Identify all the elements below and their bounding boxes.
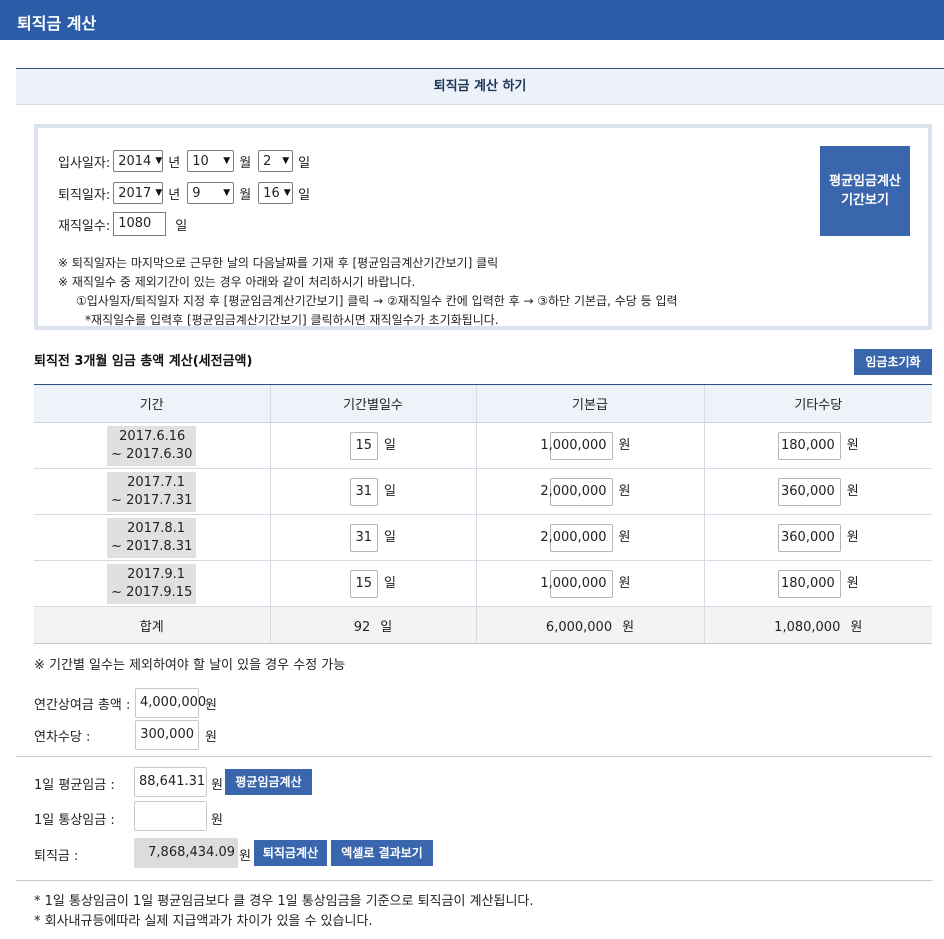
chevron-down-icon: ▼	[155, 156, 163, 166]
days-input[interactable]: 15	[350, 569, 379, 598]
period-cell: 2017.9.1 ~ 2017.9.15	[107, 563, 197, 604]
total-days: 92	[353, 619, 371, 635]
table-header-row: 기간 기간별일수 기본급 기타수당	[34, 384, 932, 423]
table-row: 2017.8.1 ~ 2017.8.31 31 일 2,000,000 원 360,0…	[34, 514, 932, 561]
allowance-input[interactable]: 180,000	[777, 431, 841, 460]
table-row: 2017.9.1 ~ 2017.9.15 15 일 1,000,000 원 180,0…	[34, 560, 932, 607]
footer-notes: * 1일 통상임금이 1일 평균임금보다 클 경우 1일 통상임금을 기준으로 …	[34, 894, 534, 929]
service-days-row: 재직일수: 1080 일	[58, 212, 191, 236]
service-days-label: 재직일수:	[58, 218, 111, 234]
period-cell: 2017.8.1 ~ 2017.8.31	[107, 517, 197, 558]
annual-bonus-input[interactable]: 4,000,000	[135, 688, 206, 718]
days-input[interactable]: 31	[350, 523, 379, 552]
average-wage-period-button[interactable]: 평균임금계산 기간보기	[820, 146, 910, 236]
leave-day-select[interactable]: 16 ▼	[258, 182, 294, 204]
leave-year-select[interactable]: 2017 ▼	[113, 182, 164, 204]
hire-day-select[interactable]: 2 ▼	[258, 150, 294, 172]
total-label: 합계	[34, 606, 270, 644]
total-allowance: 1,080,000	[774, 619, 841, 635]
avg-wage-label: 1일 평균임금 :	[34, 778, 115, 793]
wage-section-title: 퇴직전 3개월 임금 총액 계산(세전금액)	[34, 354, 253, 369]
avg-wage-calc-button[interactable]: 평균임금계산	[225, 769, 312, 795]
excel-export-button[interactable]: 엑셀로 결과보기	[331, 840, 433, 866]
column-header: 기간	[34, 384, 270, 423]
service-days-input[interactable]: 1080	[113, 212, 167, 236]
chevron-down-icon: ▼	[283, 188, 291, 198]
hire-date-row: 입사일자: 2014 ▼ 년 10 ▼ 월 2 ▼ 일	[58, 149, 314, 173]
period-cell: 2017.7.1 ~ 2017.7.31	[107, 471, 197, 512]
avg-wage-input[interactable]: 88,641.31	[134, 767, 207, 797]
leave-allowance-label: 연차수당 :	[34, 730, 91, 745]
chevron-down-icon: ▼	[282, 156, 290, 166]
divider	[16, 880, 932, 881]
allowance-input[interactable]: 360,000	[777, 477, 841, 506]
date-form: 입사일자: 2014 ▼ 년 10 ▼ 월 2 ▼ 일 퇴직일자: 2017 ▼ 년 9…	[34, 124, 932, 330]
base-pay-input[interactable]: 1,000,000	[540, 431, 613, 460]
severance-label: 퇴직금 :	[34, 849, 79, 864]
days-input[interactable]: 31	[350, 477, 379, 506]
base-pay-input[interactable]: 1,000,000	[540, 569, 613, 598]
allowance-input[interactable]: 360,000	[777, 523, 841, 552]
ordinary-wage-input[interactable]	[134, 801, 207, 831]
base-pay-input[interactable]: 2,000,000	[540, 477, 613, 506]
divider	[16, 756, 932, 757]
table-row: 2017.7.1 ~ 2017.7.31 31 일 2,000,000 원 360,0…	[34, 468, 932, 515]
chevron-down-icon: ▼	[223, 188, 231, 198]
chevron-down-icon: ▼	[223, 156, 231, 166]
column-header: 기타수당	[703, 384, 932, 423]
severance-calc-button[interactable]: 퇴직금계산	[254, 840, 327, 866]
wage-table: 기간 기간별일수 기본급 기타수당 2017.6.16 ~ 2017.6.30 1…	[34, 384, 932, 644]
leave-date-row: 퇴직일자: 2017 ▼ 년 9 ▼ 월 16 ▼ 일	[58, 181, 314, 205]
reset-wage-button[interactable]: 임금초기화	[854, 349, 932, 375]
hire-month-select[interactable]: 10 ▼	[187, 150, 235, 172]
column-header: 기본급	[475, 384, 704, 423]
hire-year-select[interactable]: 2014 ▼	[113, 150, 164, 172]
base-pay-input[interactable]: 2,000,000	[540, 523, 613, 552]
period-cell: 2017.6.16 ~ 2017.6.30	[107, 425, 197, 466]
days-input[interactable]: 15	[350, 431, 379, 460]
column-header: 기간별일수	[269, 384, 476, 423]
allowance-input[interactable]: 180,000	[777, 569, 841, 598]
app-title: 퇴직금 계산	[17, 14, 97, 33]
ordinary-wage-label: 1일 통상임금 :	[34, 813, 115, 828]
app-title-bar: 퇴직금 계산	[0, 0, 944, 40]
severance-output: 7,868,434.09	[134, 838, 238, 868]
form-notes: ※ 퇴직일자는 마지막으로 근무한 날의 다음날짜를 기재 후 [평균임금계산기…	[58, 256, 678, 327]
chevron-down-icon: ▼	[155, 188, 163, 198]
leave-date-label: 퇴직일자:	[58, 187, 111, 203]
section-title: 퇴직금 계산 하기	[16, 68, 944, 105]
leave-allowance-input[interactable]: 300,000	[135, 720, 199, 750]
annual-bonus-label: 연간상여금 총액 :	[34, 698, 131, 713]
total-base-pay: 6,000,000	[545, 619, 613, 635]
days-edit-note: ※ 기간별 일수는 제외하여야 할 날이 있을 경우 수정 가능	[34, 658, 346, 673]
table-row: 2017.6.16 ~ 2017.6.30 15 일 1,000,000 원 180,…	[34, 422, 932, 469]
leave-month-select[interactable]: 9 ▼	[187, 182, 235, 204]
hire-date-label: 입사일자:	[58, 155, 111, 171]
total-row: 합계 92 일 6,000,000 원 1,080,000 원	[34, 606, 932, 644]
